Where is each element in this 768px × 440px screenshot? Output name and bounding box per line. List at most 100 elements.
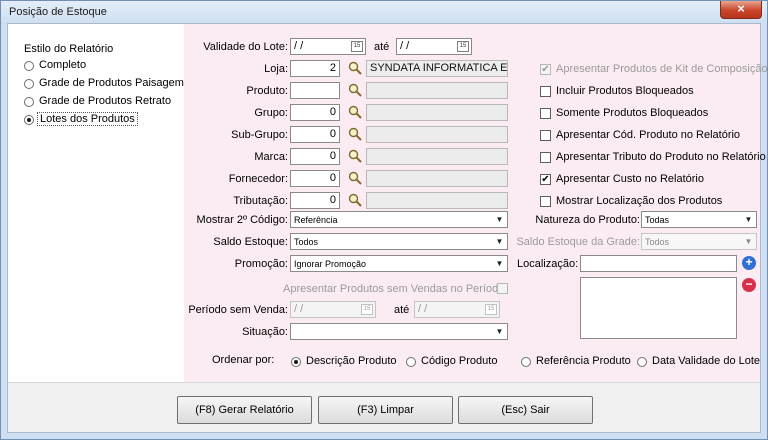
chk-custo-label[interactable]: Apresentar Custo no Relatório (556, 173, 704, 185)
marca-name-field (366, 148, 508, 165)
dropdown-arrow-icon[interactable]: ▼ (493, 235, 506, 248)
chk-incluir-bloqueados-label[interactable]: Incluir Produtos Bloqueados (556, 85, 694, 97)
radio-grade-retrato-label[interactable]: Grade de Produtos Retrato (39, 95, 171, 107)
radio-ordem-referencia-label[interactable]: Referência Produto (536, 355, 631, 367)
chk-tributo-produto-label[interactable]: Apresentar Tributo do Produto no Relatór… (556, 151, 766, 163)
chk-tributo-produto[interactable] (540, 152, 551, 163)
sem-vendas-checkbox[interactable] (497, 283, 508, 294)
radio-ordem-descricao[interactable] (291, 357, 301, 367)
chk-cod-produto-label[interactable]: Apresentar Cód. Produto no Relatório (556, 129, 740, 141)
filters-panel: Validade do Lote: / / 15 até / / 15 Loja… (184, 24, 768, 382)
chk-somente-bloqueados[interactable] (540, 108, 551, 119)
dropdown-arrow-icon[interactable]: ▼ (742, 213, 755, 226)
dropdown-arrow-icon[interactable]: ▼ (742, 235, 755, 248)
radio-ordem-codigo-label[interactable]: Código Produto (421, 355, 497, 367)
subgrupo-code-field[interactable]: 0 (290, 126, 340, 143)
calendar-icon[interactable]: 15 (485, 304, 497, 315)
calendar-icon[interactable]: 15 (457, 41, 469, 52)
chk-kit-composicao[interactable]: ✔ (540, 64, 551, 75)
radio-lotes-produtos-label[interactable]: Lotes dos Produtos (37, 112, 138, 126)
radio-grade-retrato[interactable] (24, 97, 34, 107)
validade-label: Validade do Lote: (203, 41, 288, 53)
mostrar-codigo-value: Referência (294, 215, 338, 225)
saldo-grade-label: Saldo Estoque da Grade: (516, 236, 640, 248)
localizacao-field[interactable] (580, 255, 737, 272)
periodo-from-value: / / (294, 303, 304, 315)
chk-custo[interactable]: ✔ (540, 174, 551, 185)
loja-code-field[interactable]: 2 (290, 60, 340, 77)
dropdown-arrow-icon[interactable]: ▼ (493, 257, 506, 270)
calendar-icon[interactable]: 15 (361, 304, 373, 315)
loja-name-field: SYNDATA INFORMATICA E AU (366, 60, 508, 77)
chk-cod-produto[interactable] (540, 130, 551, 141)
grupo-label: Grupo: (254, 107, 288, 119)
produto-code-field[interactable] (290, 82, 340, 99)
search-icon[interactable] (348, 61, 362, 75)
search-icon[interactable] (348, 127, 362, 141)
natureza-label: Natureza do Produto: (535, 214, 640, 226)
periodo-from-field[interactable]: / / 15 (290, 301, 376, 318)
remove-icon[interactable]: − (742, 278, 756, 292)
periodo-to-value: / / (418, 303, 428, 315)
subgrupo-label: Sub-Grupo: (231, 129, 288, 141)
add-icon[interactable]: + (742, 256, 756, 270)
chk-localizacao[interactable] (540, 196, 551, 207)
gerar-relatorio-button[interactable]: (F8) Gerar Relatório (177, 396, 312, 424)
radio-grade-paisagem-label[interactable]: Grade de Produtos Paisagem (39, 77, 184, 89)
dropdown-arrow-icon[interactable]: ▼ (493, 213, 506, 226)
radio-grade-paisagem[interactable] (24, 79, 34, 89)
validade-from-field[interactable]: / / 15 (290, 38, 366, 55)
search-icon[interactable] (348, 149, 362, 163)
chk-kit-composicao-label[interactable]: Apresentar Produtos de Kit de Composição (556, 63, 768, 75)
window-title: Posição de Estoque (9, 6, 107, 18)
radio-ordem-codigo[interactable] (406, 357, 416, 367)
chk-localizacao-label[interactable]: Mostrar Localização dos Produtos (556, 195, 722, 207)
natureza-value: Todas (645, 215, 670, 225)
promocao-select[interactable]: Ignorar Promoção ▼ (290, 255, 508, 272)
validade-to-field[interactable]: / / 15 (396, 38, 472, 55)
periodo-to-field[interactable]: / / 15 (414, 301, 500, 318)
localizacao-label: Localização: (517, 258, 579, 270)
button-bar: (F8) Gerar Relatório (F3) Limpar (Esc) S… (8, 382, 760, 432)
saldo-estoque-label: Saldo Estoque: (213, 236, 288, 248)
loja-label: Loja: (264, 63, 288, 75)
radio-ordem-validade[interactable] (637, 357, 647, 367)
natureza-select[interactable]: Todas ▼ (641, 211, 757, 228)
radio-lotes-produtos[interactable] (24, 115, 34, 125)
calendar-icon[interactable]: 15 (351, 41, 363, 52)
search-icon[interactable] (348, 171, 362, 185)
validade-from-value: / / (294, 40, 304, 52)
fornecedor-code-field[interactable]: 0 (290, 170, 340, 187)
radio-ordem-descricao-label[interactable]: Descrição Produto (306, 355, 397, 367)
grupo-code-field[interactable]: 0 (290, 104, 340, 121)
produto-name-field (366, 82, 508, 99)
situacao-select[interactable]: ▼ (290, 323, 508, 340)
radio-completo[interactable] (24, 61, 34, 71)
marca-code-field[interactable]: 0 (290, 148, 340, 165)
tributacao-name-field (366, 192, 508, 209)
radio-ordem-validade-label[interactable]: Data Validade do Lote (652, 355, 760, 367)
mostrar-codigo-select[interactable]: Referência ▼ (290, 211, 508, 228)
radio-completo-label[interactable]: Completo (39, 59, 86, 71)
chk-incluir-bloqueados[interactable] (540, 86, 551, 97)
limpar-button[interactable]: (F3) Limpar (318, 396, 453, 424)
saldo-grade-select[interactable]: Todos ▼ (641, 233, 757, 250)
fornecedor-name-field (366, 170, 508, 187)
sair-button[interactable]: (Esc) Sair (458, 396, 593, 424)
chk-somente-bloqueados-label[interactable]: Somente Produtos Bloqueados (556, 107, 708, 119)
search-icon[interactable] (348, 105, 362, 119)
saldo-estoque-select[interactable]: Todos ▼ (290, 233, 508, 250)
validade-to-value: / / (400, 40, 410, 52)
close-button[interactable]: × (720, 1, 762, 19)
saldo-estoque-value: Todos (294, 237, 319, 247)
localizacao-list[interactable] (580, 277, 737, 339)
search-icon[interactable] (348, 193, 362, 207)
ordenar-label: Ordenar por: (212, 354, 275, 366)
produto-label: Produto: (246, 85, 288, 97)
title-bar: Posição de Estoque × (1, 1, 767, 23)
search-icon[interactable] (348, 83, 362, 97)
dropdown-arrow-icon[interactable]: ▼ (493, 325, 506, 338)
tributacao-code-field[interactable]: 0 (290, 192, 340, 209)
tributacao-label: Tributação: (233, 195, 288, 207)
radio-ordem-referencia[interactable] (521, 357, 531, 367)
